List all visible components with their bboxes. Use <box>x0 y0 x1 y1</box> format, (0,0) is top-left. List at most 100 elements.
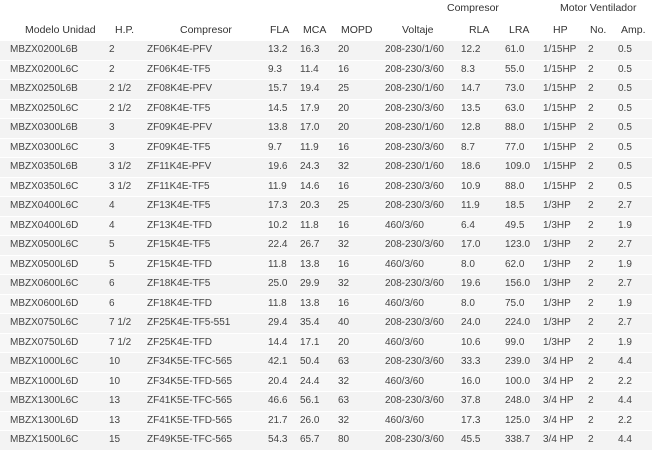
table-row: MBZX0200L6C 2 ZF06K4E-TF5 9.3 11.4 16 208-230/… <box>0 59 652 79</box>
cell-fla: 54.3 <box>268 434 288 445</box>
cell-no: 2 <box>588 414 594 426</box>
cell-rla: 45.5 <box>461 434 481 445</box>
table-row: MBZX0500L6D 5 ZF15K4E-TFD 11.8 13.8 16 460/3/6… <box>0 254 652 274</box>
row-divider <box>0 430 652 431</box>
cell-hp: 4 <box>109 200 115 211</box>
cell-mca: 65.7 <box>300 434 320 445</box>
table-row: MBZX1300L6C 13 ZF41K5E-TFC-565 46.6 56.1 63 20… <box>0 391 652 411</box>
cell-rla: 18.6 <box>461 161 481 172</box>
table-row: MBZX0300L6C 3 ZF09K4E-TF5 9.7 11.9 16 208-230/… <box>0 137 652 157</box>
cell-mopd: 20 <box>338 102 350 114</box>
cell-hp: 15 <box>109 434 121 445</box>
cell-rla: 13.5 <box>461 102 481 114</box>
cell-amp: 0.5 <box>618 44 632 55</box>
cell-rla: 6.4 <box>461 219 475 231</box>
cell-fla: 19.6 <box>268 161 288 172</box>
cell-fla: 14.5 <box>268 102 288 114</box>
cell-amp: 2.2 <box>618 375 632 387</box>
cell-modelo: MBZX0250L6B <box>10 83 78 94</box>
cell-hp: 2 <box>109 63 115 75</box>
row-divider <box>0 118 652 119</box>
cell-mopd: 80 <box>338 434 350 445</box>
cell-voltaje: 208-230/1/60 <box>385 122 444 133</box>
cell-fla: 17.3 <box>268 200 288 211</box>
cell-hp: 2 <box>109 44 115 55</box>
cell-voltaje: 460/3/60 <box>385 414 424 426</box>
cell-no: 2 <box>588 219 594 231</box>
cell-rla: 33.3 <box>461 356 481 367</box>
col-hp: H.P. <box>115 24 135 36</box>
cell-mhp: 1/3HP <box>543 200 571 211</box>
cell-voltaje: 208-230/3/60 <box>385 141 444 153</box>
cell-compresor: ZF34K5E-TFC-565 <box>147 356 233 367</box>
cell-fla: 20.4 <box>268 375 288 387</box>
cell-no: 2 <box>588 278 594 289</box>
table-row: MBZX1500L6C 15 ZF49K5E-TFC-565 54.3 65.7 80 20… <box>0 430 652 450</box>
cell-compresor: ZF41K5E-TFC-565 <box>147 395 233 406</box>
cell-modelo: MBZX0200L6B <box>10 44 78 55</box>
cell-voltaje: 460/3/60 <box>385 219 424 231</box>
cell-mopd: 16 <box>338 180 350 192</box>
cell-hp: 3 1/2 <box>109 180 132 192</box>
cell-voltaje: 460/3/60 <box>385 336 424 348</box>
cell-lra: 49.5 <box>505 219 525 231</box>
cell-mca: 50.4 <box>300 356 320 367</box>
cell-mca: 14.6 <box>300 180 320 192</box>
cell-modelo: MBZX1300L6C <box>10 395 79 406</box>
cell-no: 2 <box>588 83 594 94</box>
cell-voltaje: 460/3/60 <box>385 297 424 309</box>
cell-voltaje: 208-230/3/60 <box>385 434 444 445</box>
cell-hp: 10 <box>109 375 121 387</box>
cell-hp: 6 <box>109 297 115 309</box>
cell-mopd: 63 <box>338 395 350 406</box>
cell-amp: 0.5 <box>618 63 632 75</box>
cell-mhp: 1/3HP <box>543 336 571 348</box>
cell-modelo: MBZX0200L6C <box>10 63 79 75</box>
table-row: MBZX0200L6B 2 ZF06K4E-PFV 13.2 16.3 20 208-230… <box>0 40 652 60</box>
cell-compresor: ZF06K4E-TF5 <box>147 63 211 75</box>
table-row: MBZX0250L6B 2 1/2 ZF08K4E-PFV 15.7 19.4 25 208… <box>0 79 652 99</box>
cell-mca: 29.9 <box>300 278 320 289</box>
cell-mca: 19.4 <box>300 83 320 94</box>
cell-hp: 13 <box>109 395 121 406</box>
cell-lra: 99.0 <box>505 336 525 348</box>
cell-voltaje: 208-230/3/60 <box>385 239 444 250</box>
cell-voltaje: 208-230/1/60 <box>385 83 444 94</box>
cell-mhp: 1/3HP <box>543 219 571 231</box>
cell-compresor: ZF15K4E-TF5 <box>147 239 211 250</box>
cell-mopd: 32 <box>338 414 350 426</box>
spec-table: Compresor Motor Ventilador Modelo Unidad… <box>0 0 652 455</box>
cell-hp: 2 1/2 <box>109 83 132 94</box>
cell-mhp: 3/4 HP <box>543 434 574 445</box>
col-amp: Amp. <box>621 24 646 36</box>
cell-mopd: 16 <box>338 219 350 231</box>
table-row: MBZX1300L6D 13 ZF41K5E-TFD-565 21.7 26.0 32 46… <box>0 410 652 430</box>
cell-no: 2 <box>588 375 594 387</box>
cell-rla: 12.8 <box>461 122 481 133</box>
table-row: MBZX0400L6D 4 ZF13K4E-TFD 10.2 11.8 16 460/3/6… <box>0 215 652 235</box>
cell-no: 2 <box>588 434 594 445</box>
cell-rla: 12.2 <box>461 44 481 55</box>
cell-voltaje: 208-230/1/60 <box>385 44 444 55</box>
cell-hp: 4 <box>109 219 115 231</box>
cell-fla: 9.3 <box>268 63 282 75</box>
cell-mopd: 16 <box>338 63 350 75</box>
row-divider <box>0 332 652 334</box>
cell-mopd: 40 <box>338 317 350 328</box>
cell-hp: 5 <box>109 239 115 250</box>
cell-compresor: ZF41K5E-TFD-565 <box>147 414 233 426</box>
cell-modelo: MBZX0350L6C <box>10 180 79 192</box>
cell-mopd: 20 <box>338 122 350 133</box>
cell-fla: 13.8 <box>268 122 288 133</box>
cell-compresor: ZF09K4E-TF5 <box>147 141 211 153</box>
cell-amp: 2.7 <box>618 278 632 289</box>
cell-fla: 22.4 <box>268 239 288 250</box>
cell-mca: 17.0 <box>300 122 320 133</box>
cell-amp: 4.4 <box>618 434 632 445</box>
col-lra: LRA <box>509 24 530 36</box>
cell-hp: 7 1/2 <box>109 317 132 328</box>
cell-lra: 77.0 <box>505 141 525 153</box>
col-modelo: Modelo Unidad <box>25 24 96 36</box>
cell-fla: 9.7 <box>268 141 282 153</box>
cell-fla: 25.0 <box>268 278 288 289</box>
